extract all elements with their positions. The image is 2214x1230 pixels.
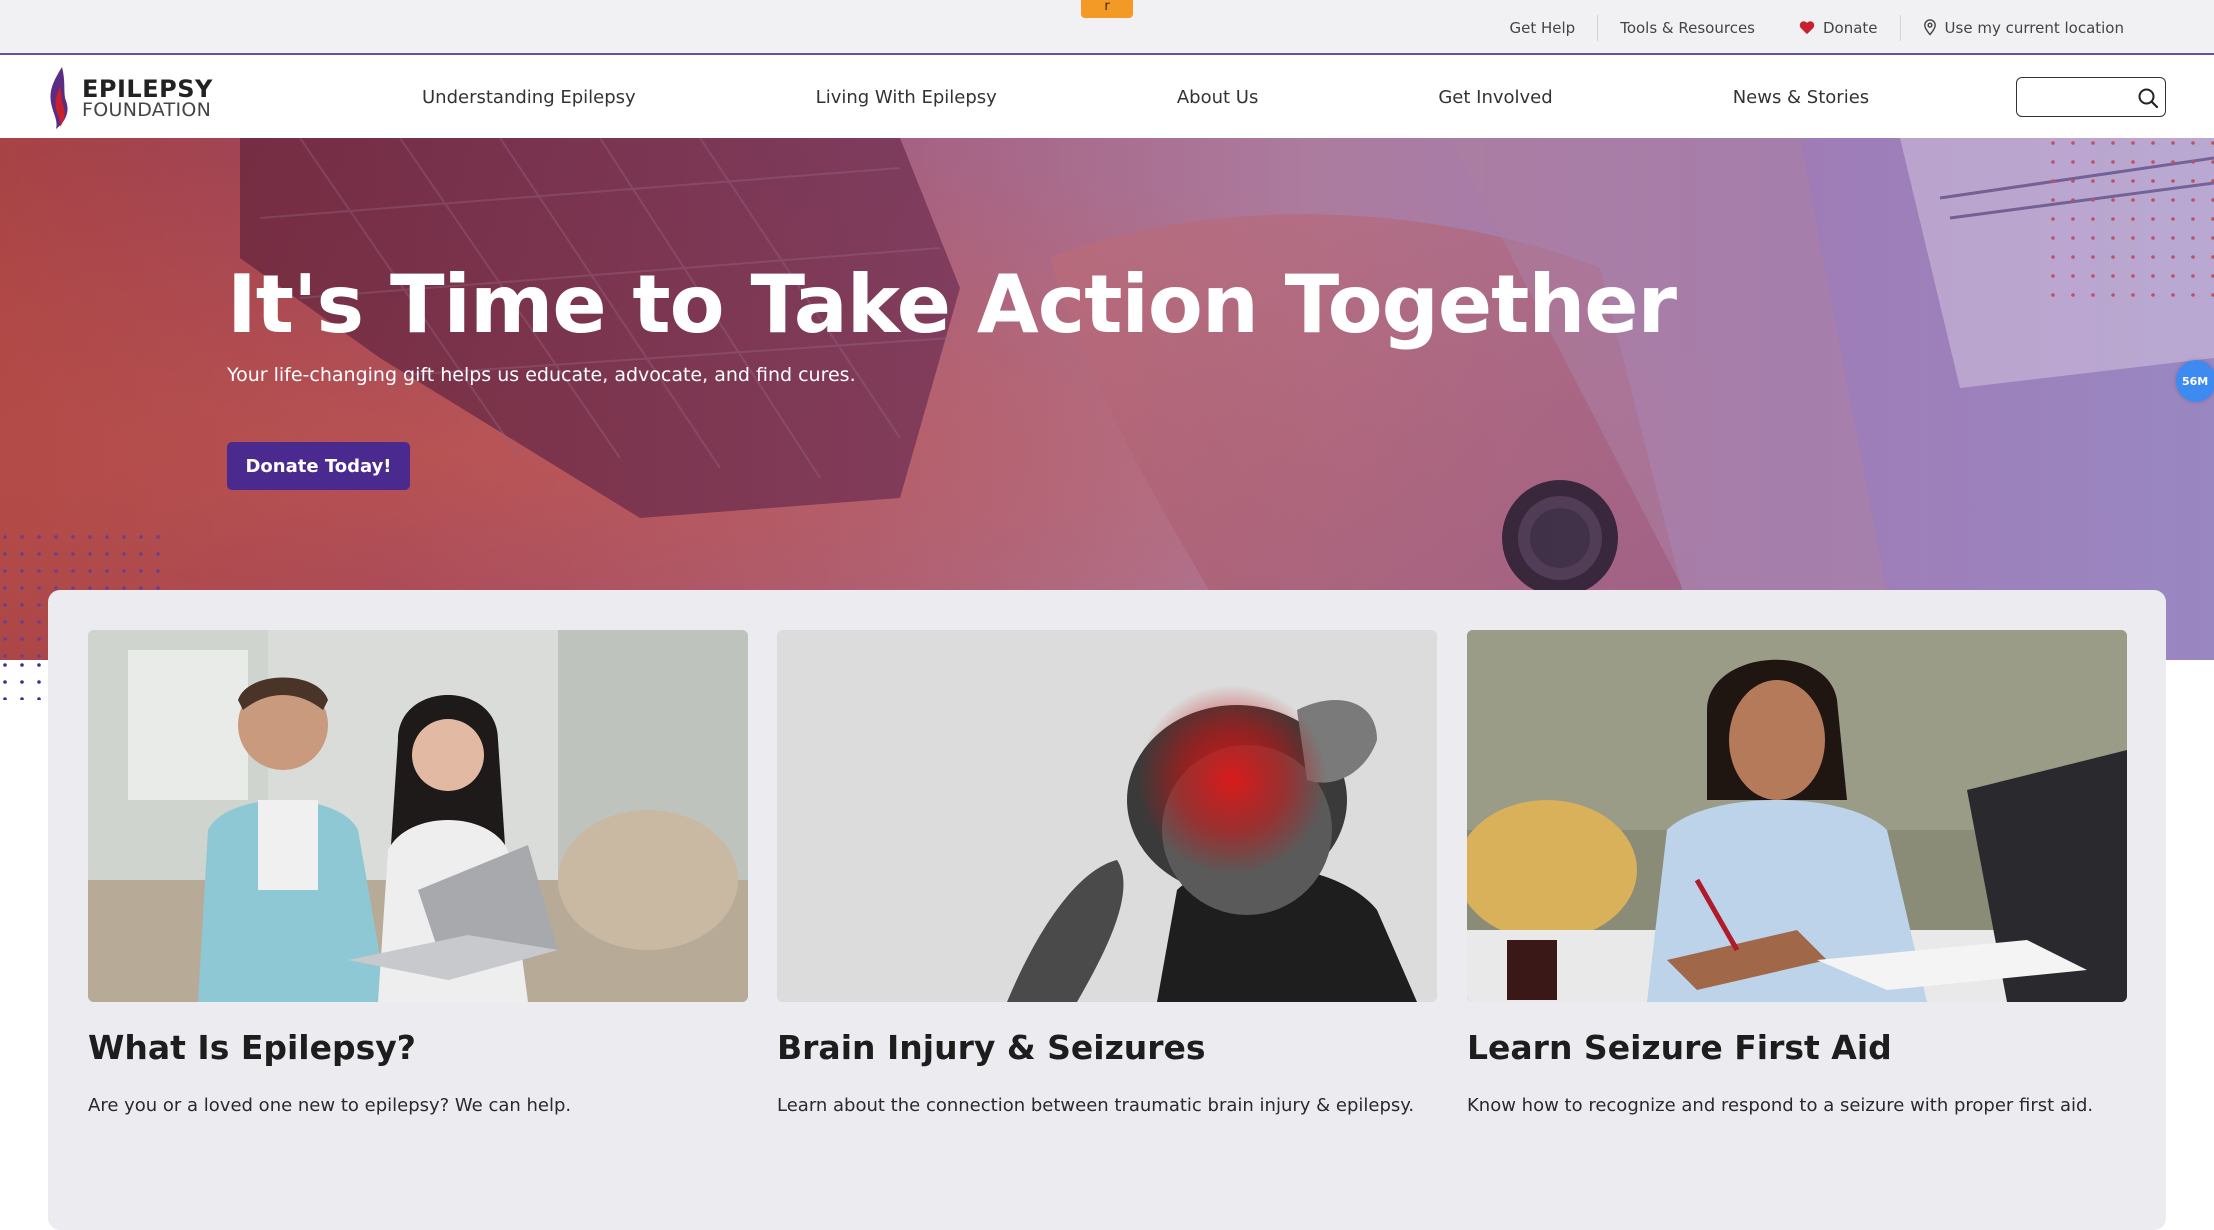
card-title: What Is Epilepsy? — [88, 1028, 416, 1067]
location-link[interactable]: Use my current location — [1899, 14, 2146, 41]
get-help-link[interactable]: Get Help — [1488, 15, 1598, 41]
card-image-head-pain — [777, 630, 1437, 1002]
card-seizure-first-aid[interactable]: Learn Seizure First Aid Know how to reco… — [1467, 630, 2127, 1116]
card-what-is-epilepsy[interactable]: What Is Epilepsy? Are you or a loved one… — [88, 630, 748, 1116]
utility-links: Get Help Tools & Resources Donate Use my… — [1488, 0, 2147, 55]
heart-icon — [1799, 21, 1815, 35]
nav-get-involved[interactable]: Get Involved — [1438, 87, 1552, 108]
flame-logo-icon — [50, 67, 68, 129]
hero-title: It's Time to Take Action Together — [227, 258, 1677, 351]
location-label: Use my current location — [1944, 18, 2124, 37]
hero-subtitle: Your life-changing gift helps us educate… — [227, 364, 856, 386]
hero-banner: It's Time to Take Action Together Your l… — [0, 138, 2214, 660]
logo-text-foundation: FOUNDATION — [82, 98, 212, 121]
get-help-label: Get Help — [1509, 18, 1576, 37]
card-description: Know how to recognize and respond to a s… — [1467, 1095, 2094, 1116]
location-pin-icon — [1923, 19, 1936, 36]
feature-cards-panel: What Is Epilepsy? Are you or a loved one… — [48, 590, 2166, 1230]
donate-label: Donate — [1823, 18, 1878, 37]
main-nav: Understanding Epilepsy Living With Epile… — [380, 57, 1869, 138]
decorative-dots-right — [2048, 138, 2214, 302]
utility-bar: r Get Help Tools & Resources Donate Use … — [0, 0, 2214, 55]
nav-about-us[interactable]: About Us — [1177, 87, 1259, 108]
logo-text-epilepsy: EPILEPSY — [82, 74, 213, 103]
search-icon[interactable] — [2137, 87, 2159, 109]
card-image-couple-laptop — [88, 630, 748, 1002]
main-header: EPILEPSY FOUNDATION Understanding Epilep… — [0, 57, 2214, 138]
hero-overlay — [0, 138, 2214, 660]
decorative-dots-left-lower — [0, 660, 48, 700]
card-image-woman-studying — [1467, 630, 2127, 1002]
nav-news-stories[interactable]: News & Stories — [1733, 87, 1869, 108]
tools-resources-link[interactable]: Tools & Resources — [1597, 14, 1777, 41]
card-description: Are you or a loved one new to epilepsy? … — [88, 1095, 572, 1116]
tools-resources-label: Tools & Resources — [1620, 18, 1755, 37]
card-brain-injury-seizures[interactable]: Brain Injury & Seizures Learn about the … — [777, 630, 1437, 1116]
nav-living-with-epilepsy[interactable]: Living With Epilepsy — [816, 87, 997, 108]
card-title: Brain Injury & Seizures — [777, 1028, 1206, 1067]
search-box — [2016, 77, 2166, 117]
card-description: Learn about the connection between traum… — [777, 1095, 1415, 1116]
donate-link[interactable]: Donate — [1777, 15, 1900, 41]
feedback-tab[interactable]: r — [1081, 0, 1133, 18]
site-logo[interactable]: EPILEPSY FOUNDATION — [46, 65, 213, 131]
floating-badge[interactable]: 56M — [2176, 360, 2214, 402]
nav-understanding-epilepsy[interactable]: Understanding Epilepsy — [422, 87, 636, 108]
card-title: Learn Seizure First Aid — [1467, 1028, 1892, 1067]
search-input[interactable] — [2025, 84, 2135, 110]
donate-today-button[interactable]: Donate Today! — [227, 442, 410, 490]
